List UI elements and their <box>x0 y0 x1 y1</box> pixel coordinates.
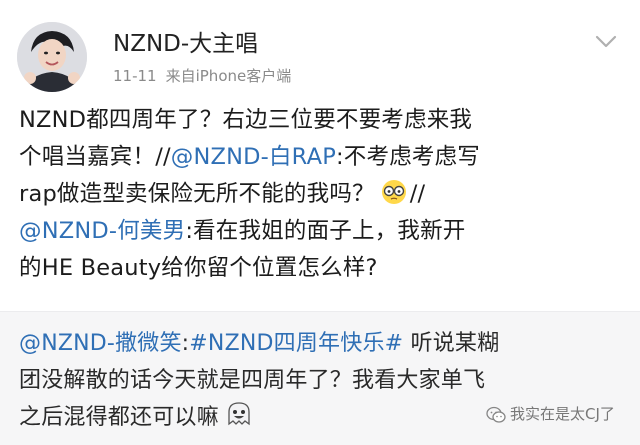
grinning-ghost-emoji-icon <box>228 402 250 426</box>
quoted-line: 团没解散的话今天就是四周年了？我看大家单飞 <box>19 368 486 393</box>
post-meta: 11-11 来自iPhone客户端 <box>113 66 291 86</box>
glasses-emoji-icon <box>381 180 406 204</box>
post-text: 个唱当嘉宾！// <box>19 144 171 170</box>
mention-link[interactable]: @NZND-何美男 <box>19 218 185 244</box>
post-line: rap做造型卖保险无所不能的我吗？ // <box>19 176 625 213</box>
watermark-text: 我实在是太CJ了 <box>510 405 615 423</box>
post-header: NZND-大主唱 11-11 来自iPhone客户端 <box>0 0 640 100</box>
mention-link[interactable]: @NZND-白RAP <box>171 144 336 170</box>
post-text: // <box>409 181 426 207</box>
weibo-post-screenshot: NZND-大主唱 11-11 来自iPhone客户端 NZND都四周年了？右边三位… <box>0 0 640 445</box>
watermark: 我实在是太CJ了 <box>486 401 615 427</box>
chevron-down-icon[interactable] <box>594 34 618 50</box>
post-body: NZND都四周年了？右边三位要不要考虑来我 个唱当嘉宾！//@NZND-白RAP… <box>19 102 625 287</box>
post-line: @NZND-何美男:看在我姐的面子上，我新开 <box>19 213 625 250</box>
quoted-post[interactable]: @NZND-撒微笑:#NZND四周年快乐# 听说某糊 团没解散的话今天就是四周年… <box>0 311 640 445</box>
mention-link[interactable]: @NZND-撒微笑 <box>19 331 182 356</box>
post-time: 11-11 <box>113 67 157 85</box>
hashtag-link[interactable]: #NZND四周年快乐# <box>189 331 403 356</box>
quoted-text: 之后混得都还可以嘛 <box>19 405 219 430</box>
post-line: NZND都四周年了？右边三位要不要考虑来我 <box>19 107 473 133</box>
post-line: 个唱当嘉宾！//@NZND-白RAP:不考虑考虑写 <box>19 139 625 176</box>
post-text: :不考虑考虑写 <box>335 144 480 170</box>
quoted-line: @NZND-撒微笑:#NZND四周年快乐# 听说某糊 <box>19 325 629 362</box>
username[interactable]: NZND-大主唱 <box>113 30 258 58</box>
post-text: :看在我姐的面子上，我新开 <box>185 218 466 244</box>
wechat-logo-icon <box>486 406 506 423</box>
quoted-text: 听说某糊 <box>403 331 500 356</box>
post-text: rap做造型卖保险无所不能的我吗？ <box>19 181 375 207</box>
avatar-photo-icon <box>17 22 87 92</box>
avatar[interactable] <box>17 22 87 92</box>
post-source: 来自iPhone客户端 <box>165 67 292 85</box>
post-line: 的HE Beauty给你留个位置怎么样? <box>19 255 378 281</box>
